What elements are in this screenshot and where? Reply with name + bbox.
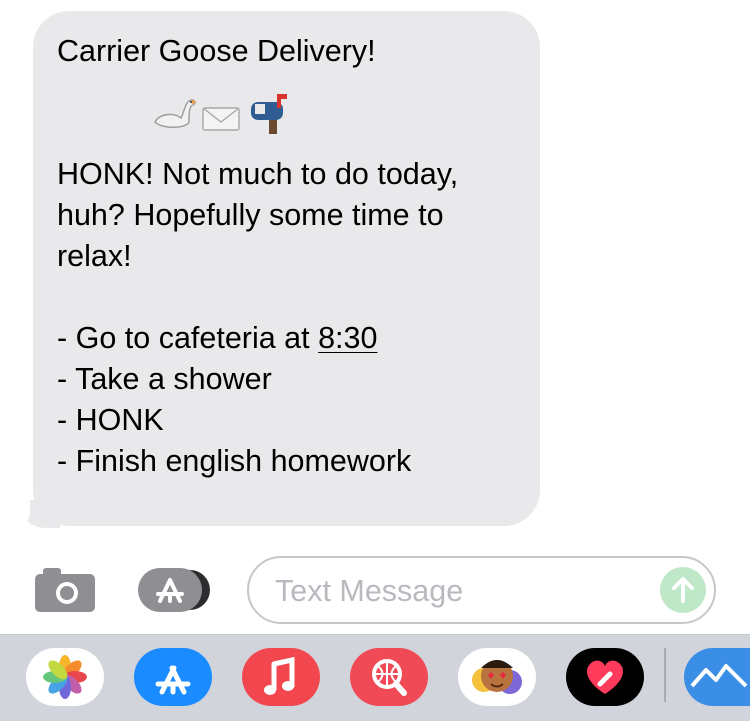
music-icon[interactable] [242, 648, 320, 706]
photos-icon[interactable] [26, 648, 104, 706]
app-store-toggle-icon [138, 568, 210, 612]
mountain-app-icon[interactable] [684, 648, 750, 706]
memoji-icon[interactable] [458, 648, 536, 706]
list-item-3: - HONK [57, 403, 164, 437]
camera-button[interactable] [35, 568, 95, 612]
message-bubble[interactable]: Carrier Goose Delivery! HONK! Not much t… [33, 11, 540, 526]
message-title: Carrier Goose Delivery! [57, 34, 376, 68]
mountain-glyph [690, 664, 748, 688]
apps-button[interactable] [136, 568, 216, 612]
app-drawer-divider [664, 648, 666, 702]
open-mailbox-icon [251, 94, 287, 134]
emoji-glyphs [154, 94, 287, 134]
body-line-3: relax! [57, 239, 132, 273]
bubble-tail-mask [0, 496, 30, 532]
time-link[interactable]: 8:30 [318, 321, 377, 355]
app-store-icon[interactable] [134, 648, 212, 706]
globe-search-glyph [372, 659, 407, 696]
arrow-up-icon [672, 577, 694, 603]
music-note-glyph [264, 656, 295, 695]
heart-glyph [586, 660, 624, 694]
app-store-glyph [155, 665, 191, 695]
emoji-row [57, 72, 516, 154]
list-item-4: - Finish english homework [57, 444, 412, 478]
photos-icon-glyph [43, 655, 87, 699]
message-input-placeholder: Text Message [275, 574, 464, 608]
list-item-2: - Take a shower [57, 362, 272, 396]
image-search-icon[interactable] [350, 648, 428, 706]
message-input[interactable]: Text Message [247, 556, 716, 624]
send-button[interactable] [660, 567, 706, 613]
body-line-1: HONK! Not much to do today, [57, 157, 459, 191]
camera-icon [35, 568, 95, 612]
envelope-icon [202, 107, 240, 131]
list-item-1: - Go to cafeteria at 8:30 [57, 318, 516, 359]
list-item-1-text: - Go to cafeteria at [57, 321, 319, 355]
digital-touch-icon[interactable] [566, 648, 644, 706]
body-line-2: huh? Hopefully some time to [57, 198, 444, 232]
swan-icon [154, 99, 197, 128]
memoji-faces-glyph [472, 660, 522, 694]
